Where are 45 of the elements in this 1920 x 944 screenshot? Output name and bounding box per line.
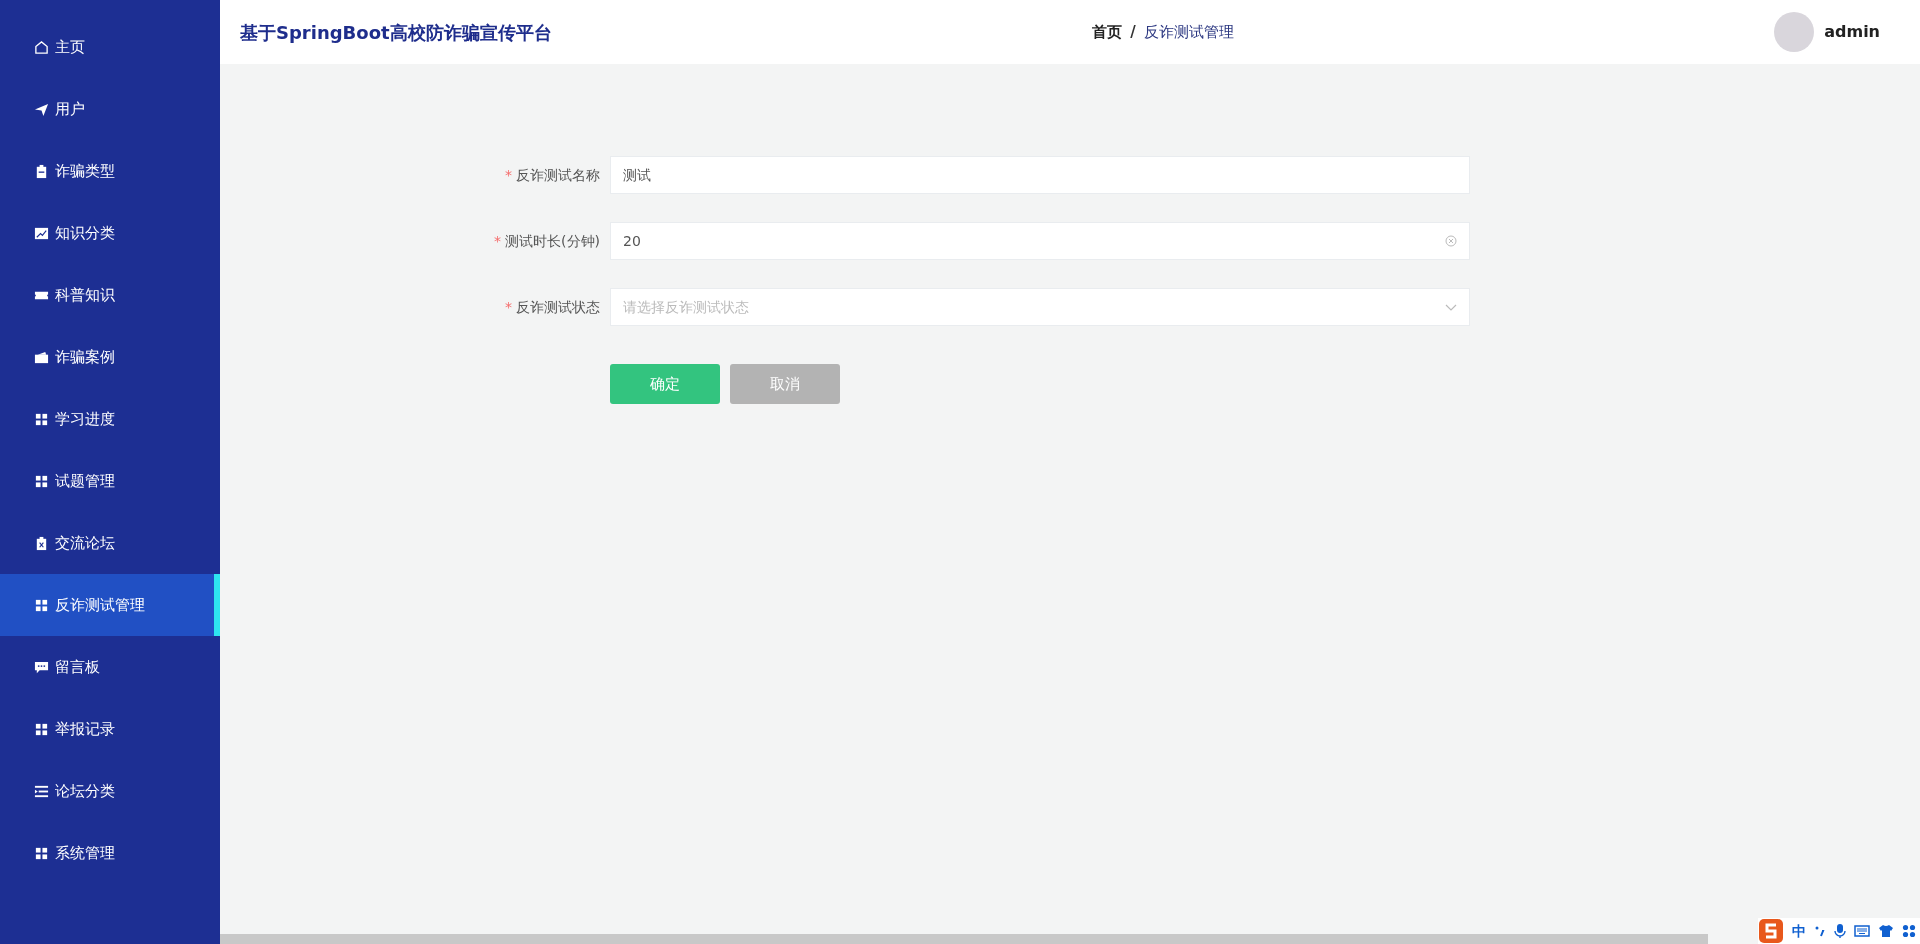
username[interactable]: admin — [1824, 20, 1880, 44]
chart-icon — [34, 225, 49, 241]
list-indent-icon — [34, 783, 49, 799]
sidebar-item[interactable]: 科普知识 — [0, 264, 220, 326]
sidebar-item[interactable]: 举报记录 — [0, 698, 220, 760]
sidebar-item[interactable]: 知识分类 — [0, 202, 220, 264]
home-icon — [34, 39, 49, 55]
site-title: 基于SpringBoot高校防诈骗宣传平台 — [240, 20, 552, 45]
horizontal-scrollbar[interactable] — [220, 934, 1708, 944]
breadcrumb-item[interactable]: 首页 — [1092, 20, 1123, 44]
sidebar-item[interactable]: 用户 — [0, 78, 220, 140]
keyboard-icon[interactable] — [1854, 925, 1870, 937]
breadcrumb-separator: / — [1130, 21, 1136, 43]
paper-plane-icon — [34, 101, 49, 117]
field-label: * 反诈测试名称 — [504, 165, 601, 185]
sidebar-item[interactable]: 诈骗类型 — [0, 140, 220, 202]
clipboard-x-icon — [34, 535, 49, 551]
chat-icon — [34, 659, 49, 675]
sidebar-item[interactable]: 系统管理 — [0, 822, 220, 884]
field-label: * 测试时长(分钟) — [493, 231, 601, 251]
sidebar-item[interactable]: 学习进度 — [0, 388, 220, 450]
microphone-icon[interactable] — [1834, 923, 1846, 939]
grid-icon — [34, 845, 49, 861]
grid-icon — [34, 411, 49, 427]
shirt-icon[interactable] — [1878, 924, 1894, 938]
input-field[interactable]: 测试 — [610, 156, 1470, 194]
grid-icon[interactable] — [1902, 924, 1916, 938]
sidebar-item[interactable]: 留言板 — [0, 636, 220, 698]
input-field[interactable]: 20 — [610, 222, 1470, 260]
grid-icon — [34, 473, 49, 489]
sidebar-item[interactable]: 试题管理 — [0, 450, 220, 512]
ime-mode-toggle[interactable]: 中 — [1792, 920, 1806, 942]
field-label: * 反诈测试状态 — [504, 297, 601, 317]
wallet-icon — [34, 349, 49, 365]
clipboard-icon — [34, 163, 49, 179]
grid-icon — [34, 597, 49, 613]
sidebar-item[interactable]: 主页 — [0, 16, 220, 78]
sidebar-item[interactable]: 诈骗案例 — [0, 326, 220, 388]
ime-logo-icon[interactable] — [1758, 918, 1784, 944]
punctuation-icon[interactable] — [1814, 924, 1826, 938]
grid-icon — [34, 721, 49, 737]
breadcrumb-item: 反诈测试管理 — [1143, 21, 1234, 43]
sidebar-item[interactable]: 交流论坛 — [0, 512, 220, 574]
sidebar-item[interactable]: 反诈测试管理 — [0, 574, 220, 636]
sidebar-item[interactable]: 论坛分类 — [0, 760, 220, 822]
